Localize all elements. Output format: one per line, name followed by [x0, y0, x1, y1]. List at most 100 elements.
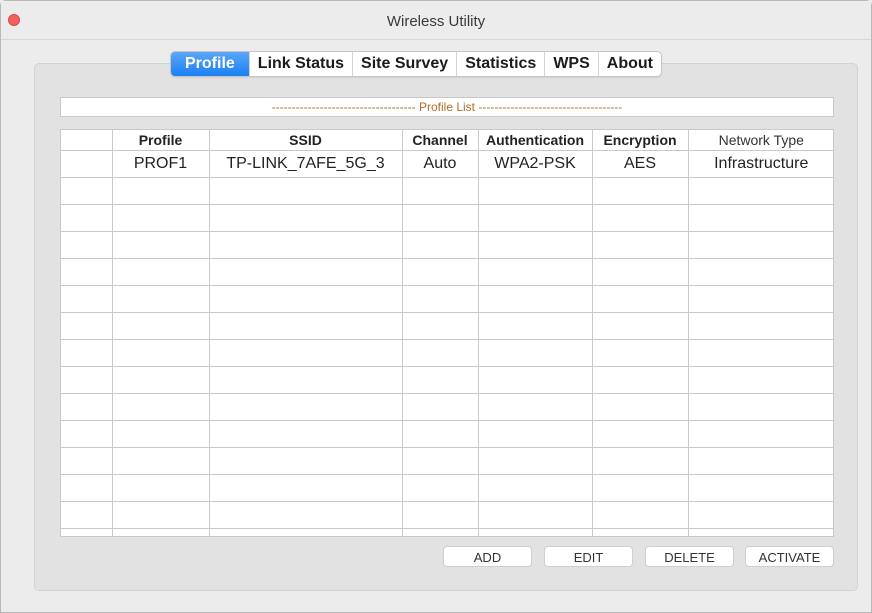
empty-table-row — [61, 393, 833, 421]
empty-cell — [592, 474, 689, 502]
empty-table-row — [61, 501, 833, 529]
activate-button[interactable]: ACTIVATE — [745, 546, 834, 567]
empty-table-row — [61, 204, 833, 232]
empty-table-row — [61, 258, 833, 286]
column-header-encryption[interactable]: Encryption — [592, 130, 689, 151]
empty-cell — [61, 231, 113, 259]
empty-cell — [592, 366, 689, 394]
empty-cell — [478, 420, 593, 448]
empty-cell — [209, 366, 403, 394]
empty-cell — [478, 339, 593, 367]
empty-cell — [209, 258, 403, 286]
empty-cell — [61, 447, 113, 475]
empty-table-row — [61, 339, 833, 367]
empty-cell — [592, 285, 689, 313]
empty-cell — [402, 366, 479, 394]
empty-cell — [209, 528, 403, 536]
empty-cell — [688, 501, 833, 529]
empty-cell — [402, 312, 479, 340]
column-header-network-type[interactable]: Network Type — [688, 130, 833, 151]
empty-cell — [112, 474, 210, 502]
empty-cell — [478, 528, 593, 536]
empty-cell — [592, 447, 689, 475]
empty-cell — [112, 204, 210, 232]
empty-cell — [688, 258, 833, 286]
column-header-profile[interactable]: Profile — [112, 130, 210, 151]
empty-cell — [112, 285, 210, 313]
empty-cell — [592, 501, 689, 529]
cell-encryption: AES — [592, 150, 689, 178]
empty-cell — [688, 366, 833, 394]
empty-cell — [478, 312, 593, 340]
tab-wps[interactable]: WPS — [544, 52, 597, 76]
empty-cell — [61, 474, 113, 502]
empty-cell — [209, 177, 403, 205]
column-header-channel[interactable]: Channel — [402, 130, 479, 151]
empty-table-row — [61, 447, 833, 475]
empty-cell — [112, 177, 210, 205]
empty-cell — [61, 204, 113, 232]
empty-cell — [688, 177, 833, 205]
empty-cell — [61, 420, 113, 448]
empty-cell — [402, 177, 479, 205]
empty-cell — [61, 501, 113, 529]
empty-table-row — [61, 177, 833, 205]
empty-cell — [478, 204, 593, 232]
empty-cell — [61, 339, 113, 367]
cell-channel: Auto — [402, 150, 479, 178]
cell-authentication: WPA2-PSK — [478, 150, 593, 178]
empty-cell — [478, 177, 593, 205]
empty-cell — [688, 528, 833, 536]
column-header-ssid[interactable]: SSID — [209, 130, 403, 151]
empty-cell — [478, 393, 593, 421]
empty-cell — [61, 393, 113, 421]
edit-button[interactable]: EDIT — [544, 546, 633, 567]
empty-cell — [688, 393, 833, 421]
empty-cell — [209, 285, 403, 313]
empty-cell — [688, 204, 833, 232]
empty-cell — [61, 258, 113, 286]
empty-cell — [592, 312, 689, 340]
empty-cell — [61, 366, 113, 394]
empty-cell — [478, 366, 593, 394]
empty-cell — [592, 258, 689, 286]
empty-cell — [402, 258, 479, 286]
empty-cell — [402, 231, 479, 259]
delete-button[interactable]: DELETE — [645, 546, 734, 567]
empty-cell — [61, 312, 113, 340]
column-header-marker — [61, 130, 113, 151]
profile-list-header: ------------------------------------ Pro… — [60, 97, 834, 117]
empty-cell — [209, 501, 403, 529]
add-button[interactable]: ADD — [443, 546, 532, 567]
empty-cell — [209, 474, 403, 502]
empty-table-row — [61, 420, 833, 448]
empty-cell — [209, 420, 403, 448]
empty-cell — [112, 501, 210, 529]
empty-cell — [478, 258, 593, 286]
empty-cell — [688, 447, 833, 475]
table-header-row: Profile SSID Channel Authentication Encr… — [61, 130, 833, 151]
empty-cell — [112, 528, 210, 536]
empty-cell — [402, 393, 479, 421]
tab-about[interactable]: About — [597, 52, 661, 76]
tab-profile[interactable]: Profile — [171, 52, 249, 76]
tab-site-survey[interactable]: Site Survey — [352, 52, 456, 76]
empty-table-row — [61, 366, 833, 394]
empty-cell — [112, 420, 210, 448]
empty-cell — [112, 258, 210, 286]
empty-table-row — [61, 312, 833, 340]
table-row[interactable]: PROF1 TP-LINK_7AFE_5G_3 Auto WPA2-PSK AE… — [61, 150, 833, 178]
empty-cell — [112, 393, 210, 421]
tab-statistics[interactable]: Statistics — [456, 52, 544, 76]
tab-link-status[interactable]: Link Status — [248, 52, 352, 76]
empty-cell — [592, 204, 689, 232]
empty-cell — [112, 339, 210, 367]
empty-cell — [209, 393, 403, 421]
cell-ssid: TP-LINK_7AFE_5G_3 — [209, 150, 403, 178]
empty-table-row — [61, 231, 833, 259]
column-header-authentication[interactable]: Authentication — [478, 130, 593, 151]
cell-network-type: Infrastructure — [688, 150, 833, 178]
empty-cell — [478, 285, 593, 313]
empty-cell — [402, 339, 479, 367]
wireless-utility-window: Wireless Utility Profile Link Status Sit… — [0, 0, 872, 613]
